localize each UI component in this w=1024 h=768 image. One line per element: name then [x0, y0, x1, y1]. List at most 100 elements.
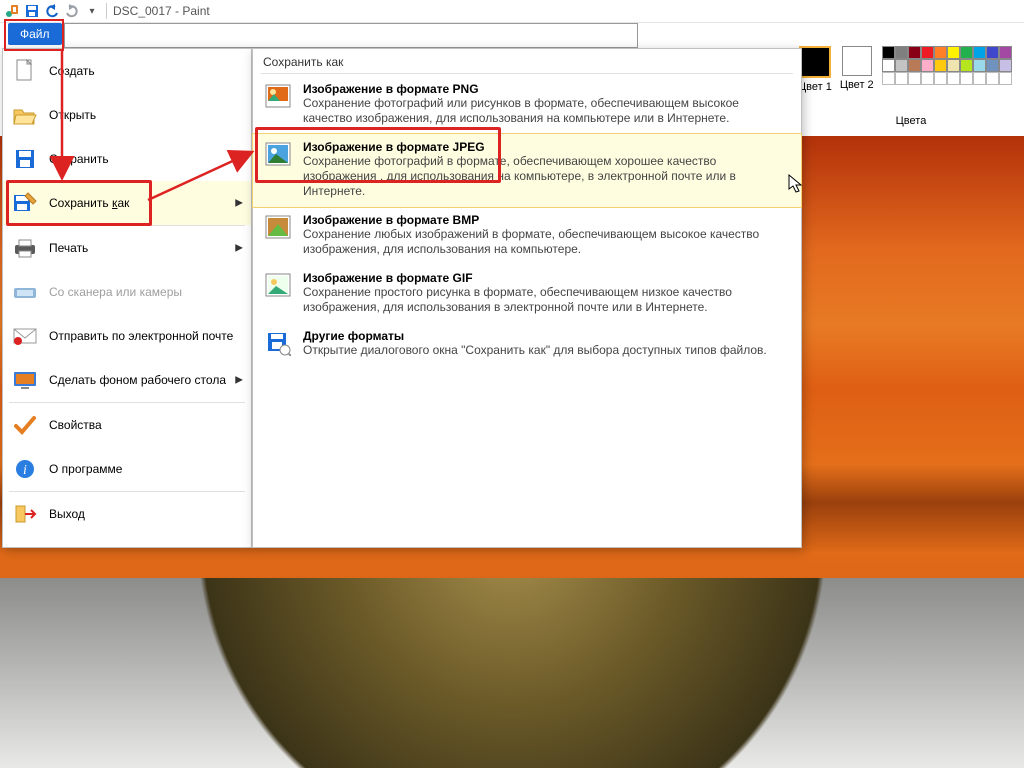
item-desc: Сохранение фотографий в формате, обеспеч…: [303, 154, 773, 199]
jpeg-icon: [263, 140, 293, 168]
menu-item-email[interactable]: Отправить по электронной почте: [3, 314, 251, 358]
saveas-png[interactable]: Изображение в формате PNG Сохранение фот…: [253, 76, 801, 134]
menu-item-save-as[interactable]: Сохранить как ▶: [3, 181, 251, 225]
saveas-other[interactable]: Другие форматы Открытие диалогового окна…: [253, 323, 801, 366]
check-icon: [11, 412, 39, 438]
saveas-jpeg[interactable]: Изображение в формате JPEG Сохранение фо…: [252, 133, 802, 208]
palette-swatch[interactable]: [973, 46, 986, 59]
bmp-icon: [263, 213, 293, 241]
ribbon-colors-group: Цвет 1 Цвет 2 Цвета: [794, 46, 1024, 138]
palette-swatch[interactable]: [882, 59, 895, 72]
menu-label: Со сканера или камеры: [49, 285, 182, 299]
palette-swatch[interactable]: [908, 59, 921, 72]
svg-text:i: i: [23, 463, 27, 478]
palette-swatch[interactable]: [934, 59, 947, 72]
menu-item-scanner: Со сканера или камеры: [3, 270, 251, 314]
save-as-icon: [11, 190, 39, 216]
menu-label: Сохранить как: [49, 196, 129, 210]
qat-save-icon[interactable]: [24, 3, 40, 19]
title-bar: ▾ DSC_0017 - Paint: [0, 0, 1024, 23]
exit-icon: [11, 501, 39, 527]
canvas-ruler-placeholder: [64, 23, 638, 48]
palette-swatch-empty[interactable]: [921, 72, 934, 85]
color-palette[interactable]: [882, 46, 1022, 85]
menu-label: Отправить по электронной почте: [49, 329, 233, 343]
item-title: Изображение в формате GIF: [303, 271, 773, 285]
color-2-selector[interactable]: Цвет 2: [840, 46, 874, 91]
menu-label: О программе: [49, 462, 122, 476]
saveas-bmp[interactable]: Изображение в формате BMP Сохранение люб…: [253, 207, 801, 265]
palette-swatch[interactable]: [882, 46, 895, 59]
save-icon: [11, 146, 39, 172]
palette-swatch[interactable]: [921, 59, 934, 72]
palette-swatch[interactable]: [986, 59, 999, 72]
colors-group-label: Цвета: [798, 115, 1024, 127]
item-desc: Сохранение простого рисунка в формате, о…: [303, 285, 773, 315]
palette-swatch-empty[interactable]: [882, 72, 895, 85]
printer-icon: [11, 235, 39, 261]
submenu-arrow-icon: ▶: [235, 243, 243, 254]
palette-swatch[interactable]: [934, 46, 947, 59]
menu-item-print[interactable]: Печать ▶: [3, 226, 251, 270]
menu-label: Сделать фоном рабочего стола: [49, 373, 226, 387]
submenu-header: Сохранить как: [253, 49, 801, 73]
gif-icon: [263, 271, 293, 299]
menu-item-properties[interactable]: Свойства: [3, 403, 251, 447]
palette-swatch[interactable]: [895, 46, 908, 59]
menu-label: Свойства: [49, 418, 102, 432]
palette-swatch[interactable]: [960, 59, 973, 72]
item-title: Изображение в формате BMP: [303, 213, 773, 227]
palette-swatch[interactable]: [973, 59, 986, 72]
palette-swatch-empty[interactable]: [999, 72, 1012, 85]
palette-swatch-empty[interactable]: [908, 72, 921, 85]
palette-swatch[interactable]: [895, 59, 908, 72]
scanner-icon: [11, 279, 39, 305]
palette-swatch-empty[interactable]: [986, 72, 999, 85]
menu-label: Печать: [49, 241, 88, 255]
item-desc: Сохранение фотографий или рисунков в фор…: [303, 96, 773, 126]
menu-item-create[interactable]: Создать: [3, 49, 251, 93]
palette-swatch[interactable]: [908, 46, 921, 59]
mail-icon: [11, 323, 39, 349]
palette-swatch-empty[interactable]: [947, 72, 960, 85]
file-menu: Создать Открыть Сохранить Сохранить как …: [2, 48, 252, 548]
palette-swatch[interactable]: [986, 46, 999, 59]
folder-open-icon: [11, 102, 39, 128]
qat-redo-icon[interactable]: [64, 3, 80, 19]
color-1-selector[interactable]: Цвет 1: [798, 46, 832, 93]
palette-swatch[interactable]: [947, 46, 960, 59]
item-title: Изображение в формате JPEG: [303, 140, 773, 154]
saveas-gif[interactable]: Изображение в формате GIF Сохранение про…: [253, 265, 801, 323]
palette-swatch[interactable]: [999, 59, 1012, 72]
menu-item-about[interactable]: i О программе: [3, 447, 251, 491]
qat-customize-icon[interactable]: ▾: [84, 3, 100, 19]
tab-file[interactable]: Файл: [8, 23, 62, 45]
save-dialog-icon: [263, 329, 293, 357]
menu-item-exit[interactable]: Выход: [3, 492, 251, 536]
png-icon: [263, 82, 293, 110]
menu-label: Создать: [49, 64, 95, 78]
palette-swatch[interactable]: [947, 59, 960, 72]
item-title: Другие форматы: [303, 329, 767, 343]
palette-swatch-empty[interactable]: [973, 72, 986, 85]
info-icon: i: [11, 456, 39, 482]
item-desc: Открытие диалогового окна "Сохранить как…: [303, 343, 767, 358]
palette-swatch[interactable]: [960, 46, 973, 59]
palette-swatch-empty[interactable]: [895, 72, 908, 85]
palette-swatch-empty[interactable]: [960, 72, 973, 85]
palette-swatch[interactable]: [999, 46, 1012, 59]
desktop-icon: [11, 367, 39, 393]
submenu-arrow-icon: ▶: [235, 198, 243, 209]
menu-item-save[interactable]: Сохранить: [3, 137, 251, 181]
palette-swatch[interactable]: [921, 46, 934, 59]
item-desc: Сохранение любых изображений в формате, …: [303, 227, 773, 257]
save-as-submenu: Сохранить как Изображение в формате PNG …: [252, 48, 802, 548]
menu-item-wallpaper[interactable]: Сделать фоном рабочего стола ▶: [3, 358, 251, 402]
submenu-arrow-icon: ▶: [235, 375, 243, 386]
menu-item-open[interactable]: Открыть: [3, 93, 251, 137]
qat-undo-icon[interactable]: [44, 3, 60, 19]
window-title: DSC_0017 - Paint: [113, 4, 210, 18]
menu-label: Выход: [49, 507, 85, 521]
divider: [106, 3, 107, 19]
palette-swatch-empty[interactable]: [934, 72, 947, 85]
